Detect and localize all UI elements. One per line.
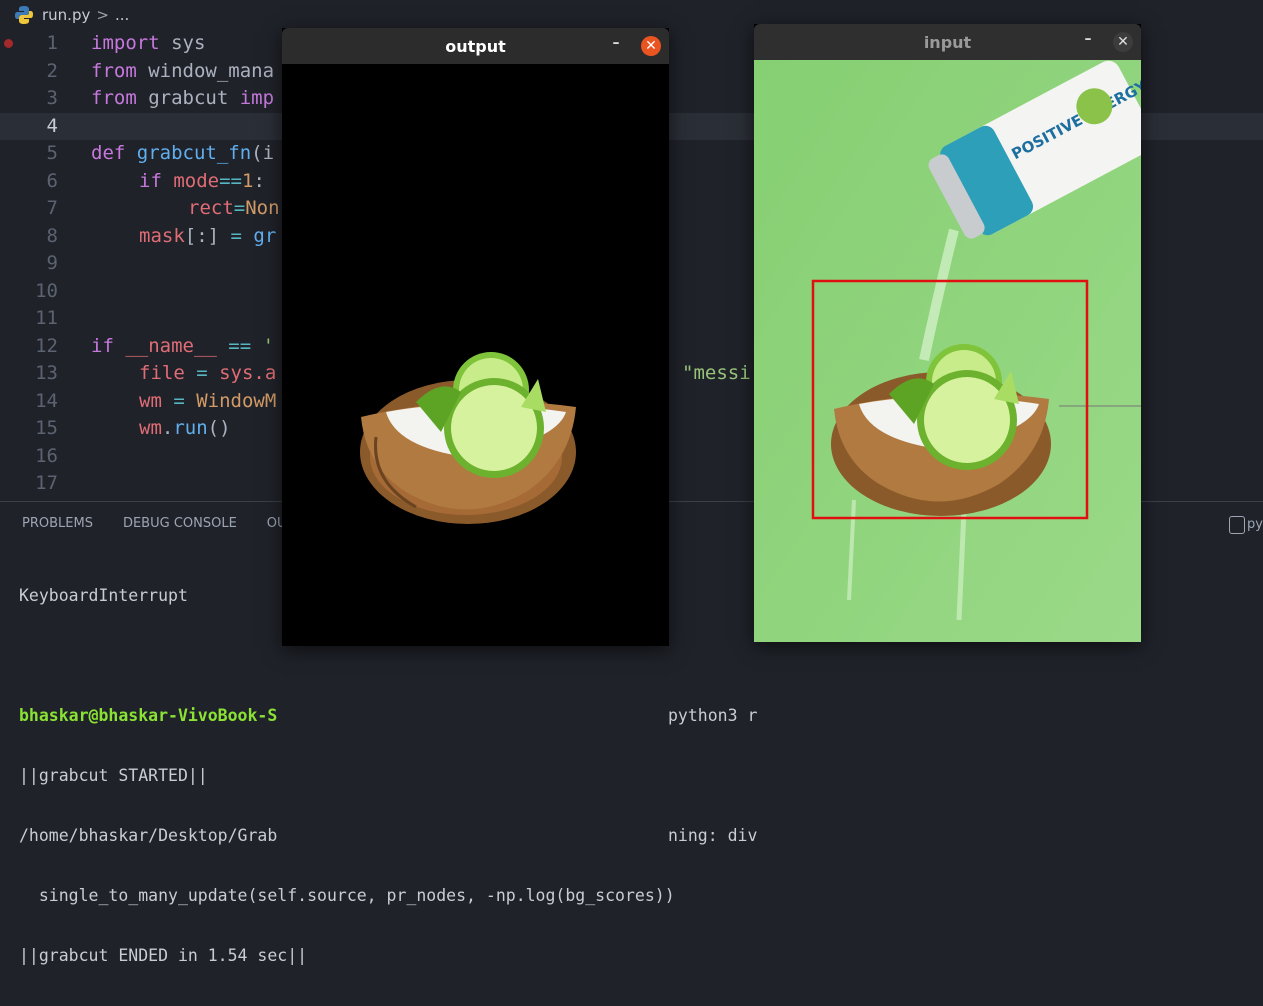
- code-token: grabcut_fn: [125, 142, 252, 164]
- code-token: grabcut: [136, 87, 240, 109]
- code-token: mode: [161, 169, 220, 192]
- terminal-line: single_to_many_update(self.source, pr_no…: [19, 886, 675, 905]
- terminal-label[interactable]: py: [1247, 517, 1263, 532]
- line-number: 3: [46, 87, 58, 109]
- line-number: 8: [46, 224, 58, 247]
- minimize-button[interactable]: –: [607, 35, 625, 51]
- code-token: from: [91, 59, 137, 82]
- code-token: :: [253, 169, 265, 192]
- code-token: file: [139, 362, 185, 384]
- input-image[interactable]: POSITIVE ENERGY: [754, 60, 1141, 642]
- input-titlebar[interactable]: input – ✕: [754, 24, 1141, 60]
- breadcrumb-separator: >: [96, 6, 109, 24]
- code-token: import: [91, 32, 160, 54]
- breadcrumb-file[interactable]: run.py: [42, 6, 90, 24]
- code-token: def: [91, 142, 126, 164]
- input-window[interactable]: input – ✕ POSITIVE ENERGY: [754, 24, 1141, 642]
- close-button[interactable]: ✕: [641, 36, 661, 56]
- code-token: ==: [219, 169, 242, 192]
- line-number: 15: [35, 417, 58, 439]
- tab-problems[interactable]: PROBLEMS: [22, 516, 93, 531]
- code-token: sys.a: [219, 362, 277, 384]
- terminal-blank: [19, 646, 675, 666]
- output-titlebar[interactable]: output – ✕: [282, 28, 669, 64]
- code-token: =: [184, 362, 220, 384]
- code-token: from: [91, 87, 137, 109]
- terminal-prompt: bhaskar@bhaskar-VivoBook-S: [19, 706, 278, 725]
- terminal-command-tail: python3 r: [668, 706, 758, 725]
- code-token: wm: [139, 417, 162, 439]
- code-token: ': [251, 334, 275, 357]
- code-token: 1: [241, 169, 254, 192]
- code-token: ==: [228, 334, 252, 357]
- code-token: gr: [241, 224, 277, 247]
- code-token: .: [161, 417, 174, 439]
- tab-debug-console[interactable]: DEBUG CONSOLE: [123, 516, 237, 531]
- segmented-coconut-image: [360, 352, 576, 524]
- code-token: (i: [251, 142, 275, 164]
- code-token: imp: [239, 87, 275, 109]
- code-token: =: [233, 197, 246, 219]
- close-button[interactable]: ✕: [1113, 32, 1133, 52]
- line-number: 12: [35, 334, 58, 357]
- line-number: 2: [46, 59, 58, 82]
- breadcrumb-rest[interactable]: ...: [115, 6, 129, 24]
- code-token: if: [91, 334, 114, 357]
- code-token: mask: [139, 224, 185, 247]
- code-token: =: [161, 389, 197, 412]
- code-token: =: [230, 224, 242, 247]
- line-number: 6: [46, 169, 58, 192]
- code-token: __name__: [113, 334, 229, 357]
- terminal-warning-line: /home/bhaskar/Desktop/Grab ning: div: [19, 826, 757, 846]
- input-window-title: input: [923, 32, 972, 52]
- code-token: run: [173, 417, 208, 439]
- terminal-path: /home/bhaskar/Desktop/Grab: [19, 826, 278, 845]
- minimize-button[interactable]: –: [1079, 31, 1097, 47]
- code-token: wm: [139, 389, 162, 412]
- line-number: 11: [35, 307, 58, 329]
- terminal-warning-tail: ning: div: [668, 826, 758, 845]
- coconut-photo: POSITIVE ENERGY: [754, 60, 1141, 642]
- output-image[interactable]: [282, 64, 669, 646]
- output-window-title: output: [445, 36, 506, 56]
- code-token: [:]: [184, 224, 231, 247]
- line-number: 7: [46, 197, 58, 219]
- code-token: (): [207, 417, 231, 439]
- code-token: if: [139, 169, 162, 192]
- line-number: 13: [35, 362, 58, 384]
- line-number: 9: [46, 252, 58, 274]
- line-number: 4: [46, 114, 58, 137]
- terminal-prompt-line: bhaskar@bhaskar-VivoBook-S python3 r: [19, 706, 757, 726]
- terminal-python-icon[interactable]: [1229, 516, 1245, 534]
- line-number: 1: [46, 32, 58, 54]
- line-number: 14: [35, 389, 58, 412]
- output-window[interactable]: output – ✕: [282, 28, 669, 646]
- line-number: 16: [35, 444, 58, 467]
- python-file-icon: [15, 6, 33, 24]
- code-token: "messi: [682, 362, 751, 384]
- terminal-line: ||grabcut STARTED||: [19, 766, 208, 785]
- panel-tabs: PROBLEMS DEBUG CONSOLE OU: [0, 502, 295, 544]
- terminal-line: ||grabcut ENDED in 1.54 sec||: [19, 946, 308, 965]
- line-number: 10: [35, 279, 58, 302]
- line-number: 17: [35, 472, 58, 494]
- code-token: WindowM: [196, 389, 277, 412]
- code-token: sys: [159, 32, 206, 54]
- code-token: window_mana: [136, 59, 275, 82]
- code-token: Non: [245, 197, 280, 219]
- line-number: 5: [46, 142, 58, 164]
- code-token: rect: [188, 197, 234, 219]
